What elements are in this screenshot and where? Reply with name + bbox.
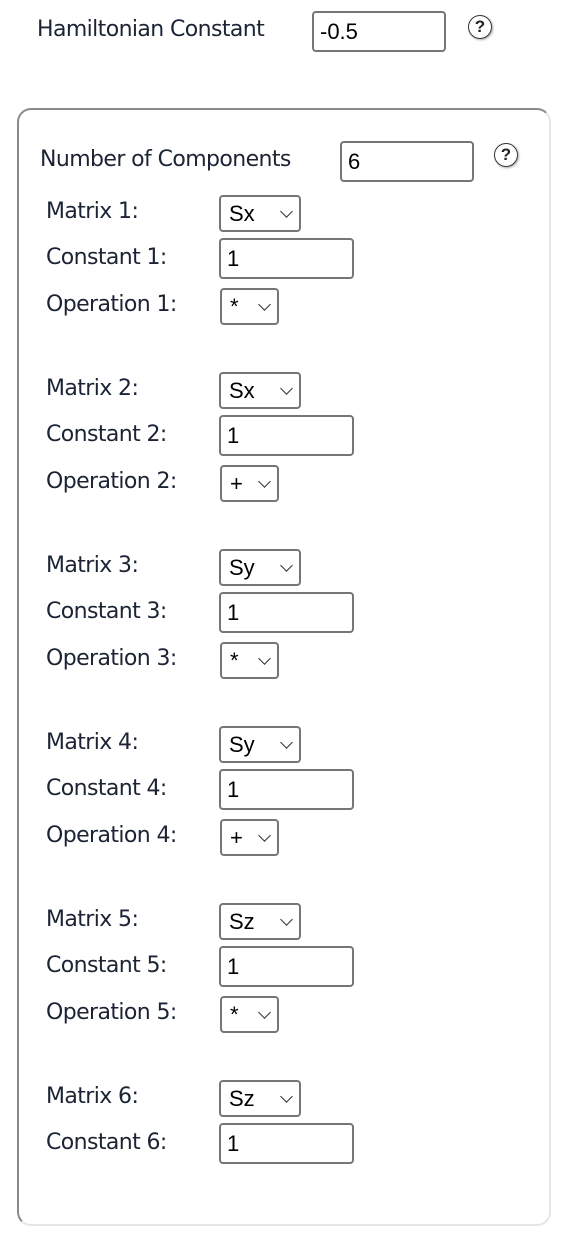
operation-value: + [230,471,243,496]
operation-select[interactable]: * [220,288,279,325]
matrix-value: Sz [229,1086,255,1111]
operation-label: Operation 5: [46,1000,177,1025]
matrix-label: Matrix 5: [46,907,139,932]
operation-value: * [230,1002,239,1027]
operation-label: Operation 4: [46,823,177,848]
operation-value: * [230,648,239,673]
operation-select[interactable]: + [220,465,279,502]
matrix-select[interactable]: Sx [219,372,301,409]
operation-label: Operation 2: [46,469,177,494]
hamiltonian-constant-input[interactable]: -0.5 [312,11,446,52]
constant-label: Constant 6: [46,1130,167,1155]
chevron-down-icon [258,475,271,488]
operation-select[interactable]: * [220,642,279,679]
matrix-select[interactable]: Sy [219,549,301,586]
hamiltonian-constant-label: Hamiltonian Constant [37,17,265,42]
matrix-label: Matrix 4: [46,730,139,755]
operation-select[interactable]: * [220,996,279,1033]
constant-label: Constant 4: [46,776,167,801]
matrix-select[interactable]: Sz [219,1080,301,1117]
matrix-value: Sy [229,732,255,757]
matrix-value: Sz [229,909,255,934]
constant-label: Constant 3: [46,599,167,624]
chevron-down-icon [280,382,293,395]
number-of-components-label: Number of Components [40,147,291,172]
chevron-down-icon [258,1006,271,1019]
operation-label: Operation 3: [46,646,177,671]
constant-label: Constant 2: [46,422,167,447]
number-of-components-input[interactable]: 6 [340,141,474,182]
constant-input[interactable]: 1 [219,415,354,456]
operation-value: * [230,294,239,319]
matrix-label: Matrix 2: [46,376,139,401]
matrix-label: Matrix 3: [46,553,139,578]
operation-label: Operation 1: [46,292,177,317]
chevron-down-icon [280,559,293,572]
chevron-down-icon [258,829,271,842]
operation-select[interactable]: + [220,819,279,856]
chevron-down-icon [280,205,293,218]
chevron-down-icon [280,736,293,749]
chevron-down-icon [258,652,271,665]
constant-input[interactable]: 1 [219,238,354,279]
operation-value: + [230,825,243,850]
matrix-value: Sy [229,555,255,580]
matrix-label: Matrix 1: [46,199,139,224]
matrix-label: Matrix 6: [46,1084,139,1109]
help-icon[interactable]: ? [468,15,492,39]
matrix-value: Sx [229,201,255,226]
constant-label: Constant 5: [46,953,167,978]
chevron-down-icon [280,913,293,926]
constant-input[interactable]: 1 [219,946,354,987]
help-icon[interactable]: ? [494,143,518,167]
constant-label: Constant 1: [46,245,167,270]
chevron-down-icon [258,298,271,311]
chevron-down-icon [280,1090,293,1103]
matrix-select[interactable]: Sx [219,195,301,232]
constant-input[interactable]: 1 [219,769,354,810]
matrix-select[interactable]: Sy [219,726,301,763]
constant-input[interactable]: 1 [219,1123,354,1164]
matrix-value: Sx [229,378,255,403]
matrix-select[interactable]: Sz [219,903,301,940]
constant-input[interactable]: 1 [219,592,354,633]
